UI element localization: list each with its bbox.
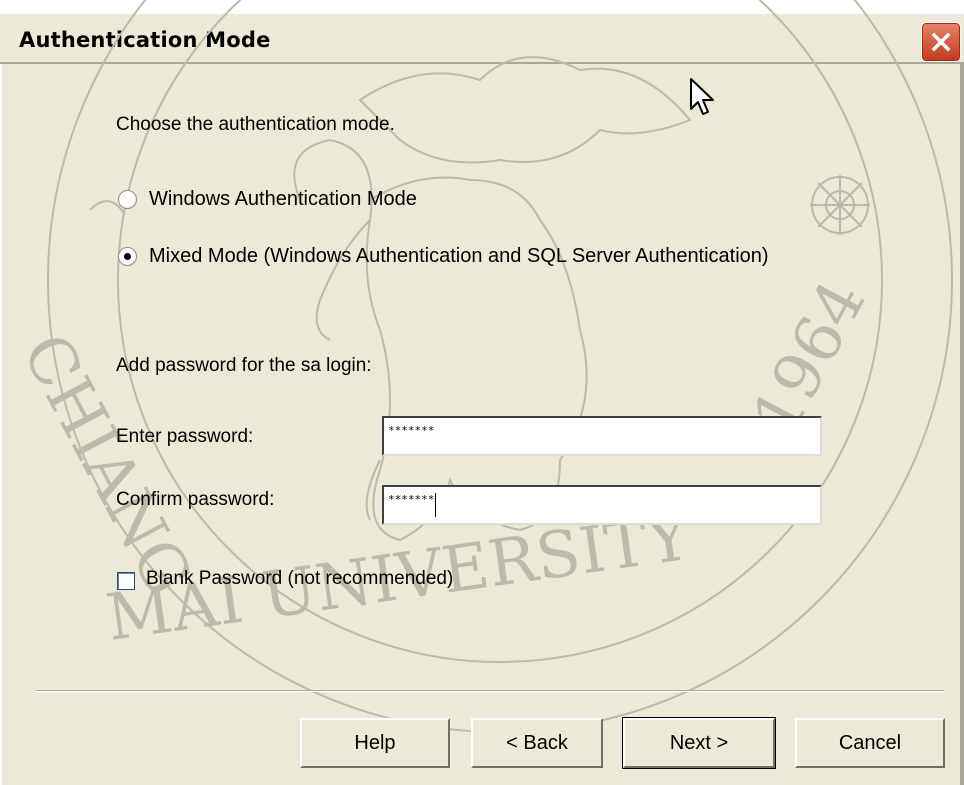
window-right-border xyxy=(960,64,964,785)
windows-auth-label[interactable]: Windows Authentication Mode xyxy=(149,188,417,211)
cancel-button[interactable]: Cancel xyxy=(795,718,945,768)
window-title: Authentication Mode xyxy=(19,28,271,52)
radio-mixed-mode[interactable] xyxy=(118,247,137,266)
text-caret xyxy=(435,493,437,517)
sa-password-heading: Add password for the sa login: xyxy=(116,355,372,376)
radio-selected-dot xyxy=(124,253,131,260)
enter-password-label: Enter password: xyxy=(116,426,254,447)
next-button[interactable]: Next > xyxy=(623,718,775,768)
close-button[interactable] xyxy=(921,22,961,62)
button-separator-highlight xyxy=(36,691,944,692)
confirm-password-label: Confirm password: xyxy=(116,489,275,510)
title-bar-top-edge xyxy=(0,0,964,14)
enter-password-value: ******* xyxy=(388,424,435,437)
choose-mode-prompt: Choose the authentication mode. xyxy=(116,114,395,135)
confirm-password-field[interactable]: ******* xyxy=(382,485,822,525)
blank-password-checkbox[interactable] xyxy=(117,572,135,590)
confirm-password-value: ******* xyxy=(388,493,435,506)
blank-password-label[interactable]: Blank Password (not recommended) xyxy=(146,568,453,590)
back-button[interactable]: < Back xyxy=(471,718,603,768)
close-icon xyxy=(931,32,951,52)
mouse-pointer-icon xyxy=(690,78,714,115)
help-button[interactable]: Help xyxy=(300,718,450,768)
enter-password-field[interactable]: ******* xyxy=(382,416,822,456)
radio-windows-auth[interactable] xyxy=(118,190,137,209)
title-bar[interactable]: Authentication Mode xyxy=(0,0,964,64)
mixed-mode-label[interactable]: Mixed Mode (Windows Authentication and S… xyxy=(149,245,769,268)
